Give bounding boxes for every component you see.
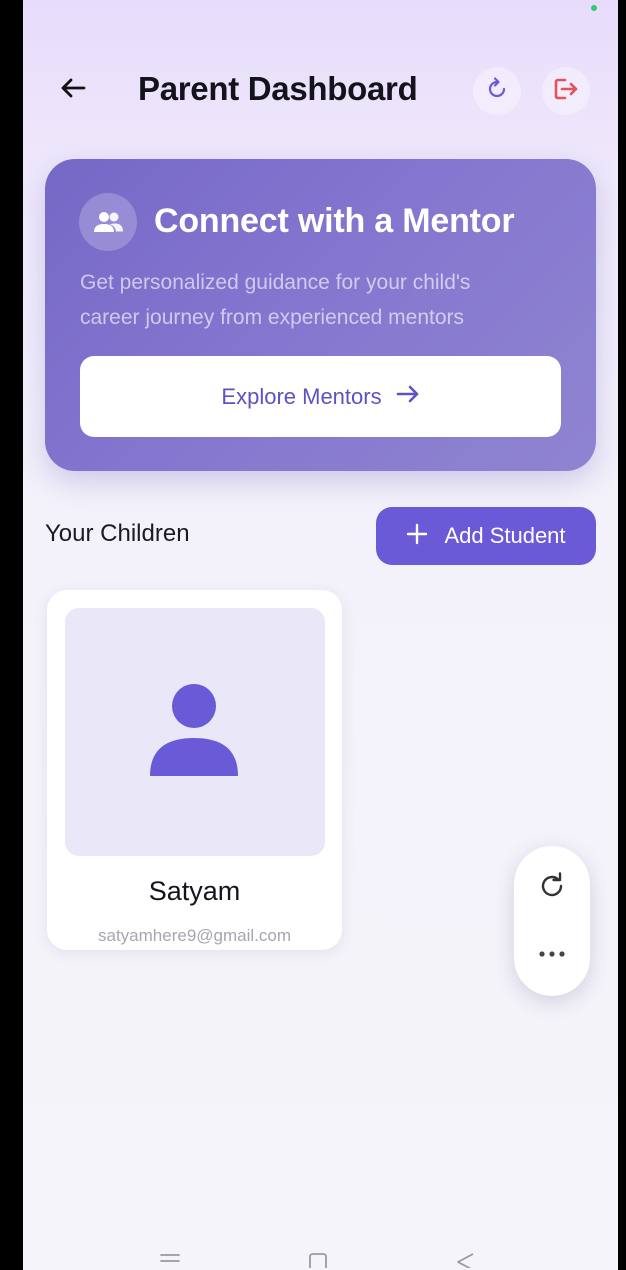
add-student-label: Add Student: [444, 523, 566, 548]
explore-mentors-label: Explore Mentors: [221, 383, 382, 409]
logout-icon: [551, 75, 581, 108]
triangle-back-icon: [454, 1252, 476, 1270]
arrow-right-icon: [396, 384, 420, 409]
users-icon: [79, 193, 137, 251]
arrow-left-icon: [60, 77, 86, 104]
menu-icon: [158, 1252, 182, 1270]
section-title: Your Children: [45, 520, 190, 547]
recent-apps-button[interactable]: [155, 1252, 185, 1270]
mentor-card-title: Connect with a Mentor: [154, 202, 515, 240]
add-student-button[interactable]: Add Student: [376, 507, 596, 565]
child-card[interactable]: Satyam satyamhere9@gmail.com: [47, 590, 342, 950]
back-nav-button[interactable]: [450, 1252, 480, 1270]
app-screen: Parent Dashboard Connect with a Mentor G…: [23, 0, 618, 1270]
refresh-icon: [483, 75, 511, 108]
system-navigation-bar: [23, 1250, 618, 1270]
refresh-button[interactable]: [473, 67, 521, 115]
user-icon: [150, 682, 240, 783]
back-button[interactable]: [49, 66, 97, 114]
plus-icon: [406, 523, 428, 550]
more-horizontal-icon: [538, 945, 566, 963]
child-name: Satyam: [148, 876, 241, 906]
home-button[interactable]: [303, 1252, 333, 1270]
child-email: satyamhere9@gmail.com: [98, 926, 291, 945]
refresh-icon: [536, 870, 568, 907]
mentor-card-description: Get personalized guidance for your child…: [80, 271, 471, 329]
floating-refresh-button[interactable]: [528, 864, 576, 912]
logout-button[interactable]: [542, 67, 590, 115]
explore-mentors-button[interactable]: Explore Mentors: [80, 356, 561, 437]
more-options-button[interactable]: [528, 930, 576, 978]
status-indicator: [591, 5, 597, 11]
avatar: [65, 608, 325, 856]
app-header: Parent Dashboard: [23, 60, 618, 122]
square-icon: [307, 1252, 329, 1270]
mentor-card: Connect with a Mentor Get personalized g…: [45, 159, 596, 471]
floating-actions: [514, 846, 590, 996]
page-title: Parent Dashboard: [138, 70, 418, 107]
